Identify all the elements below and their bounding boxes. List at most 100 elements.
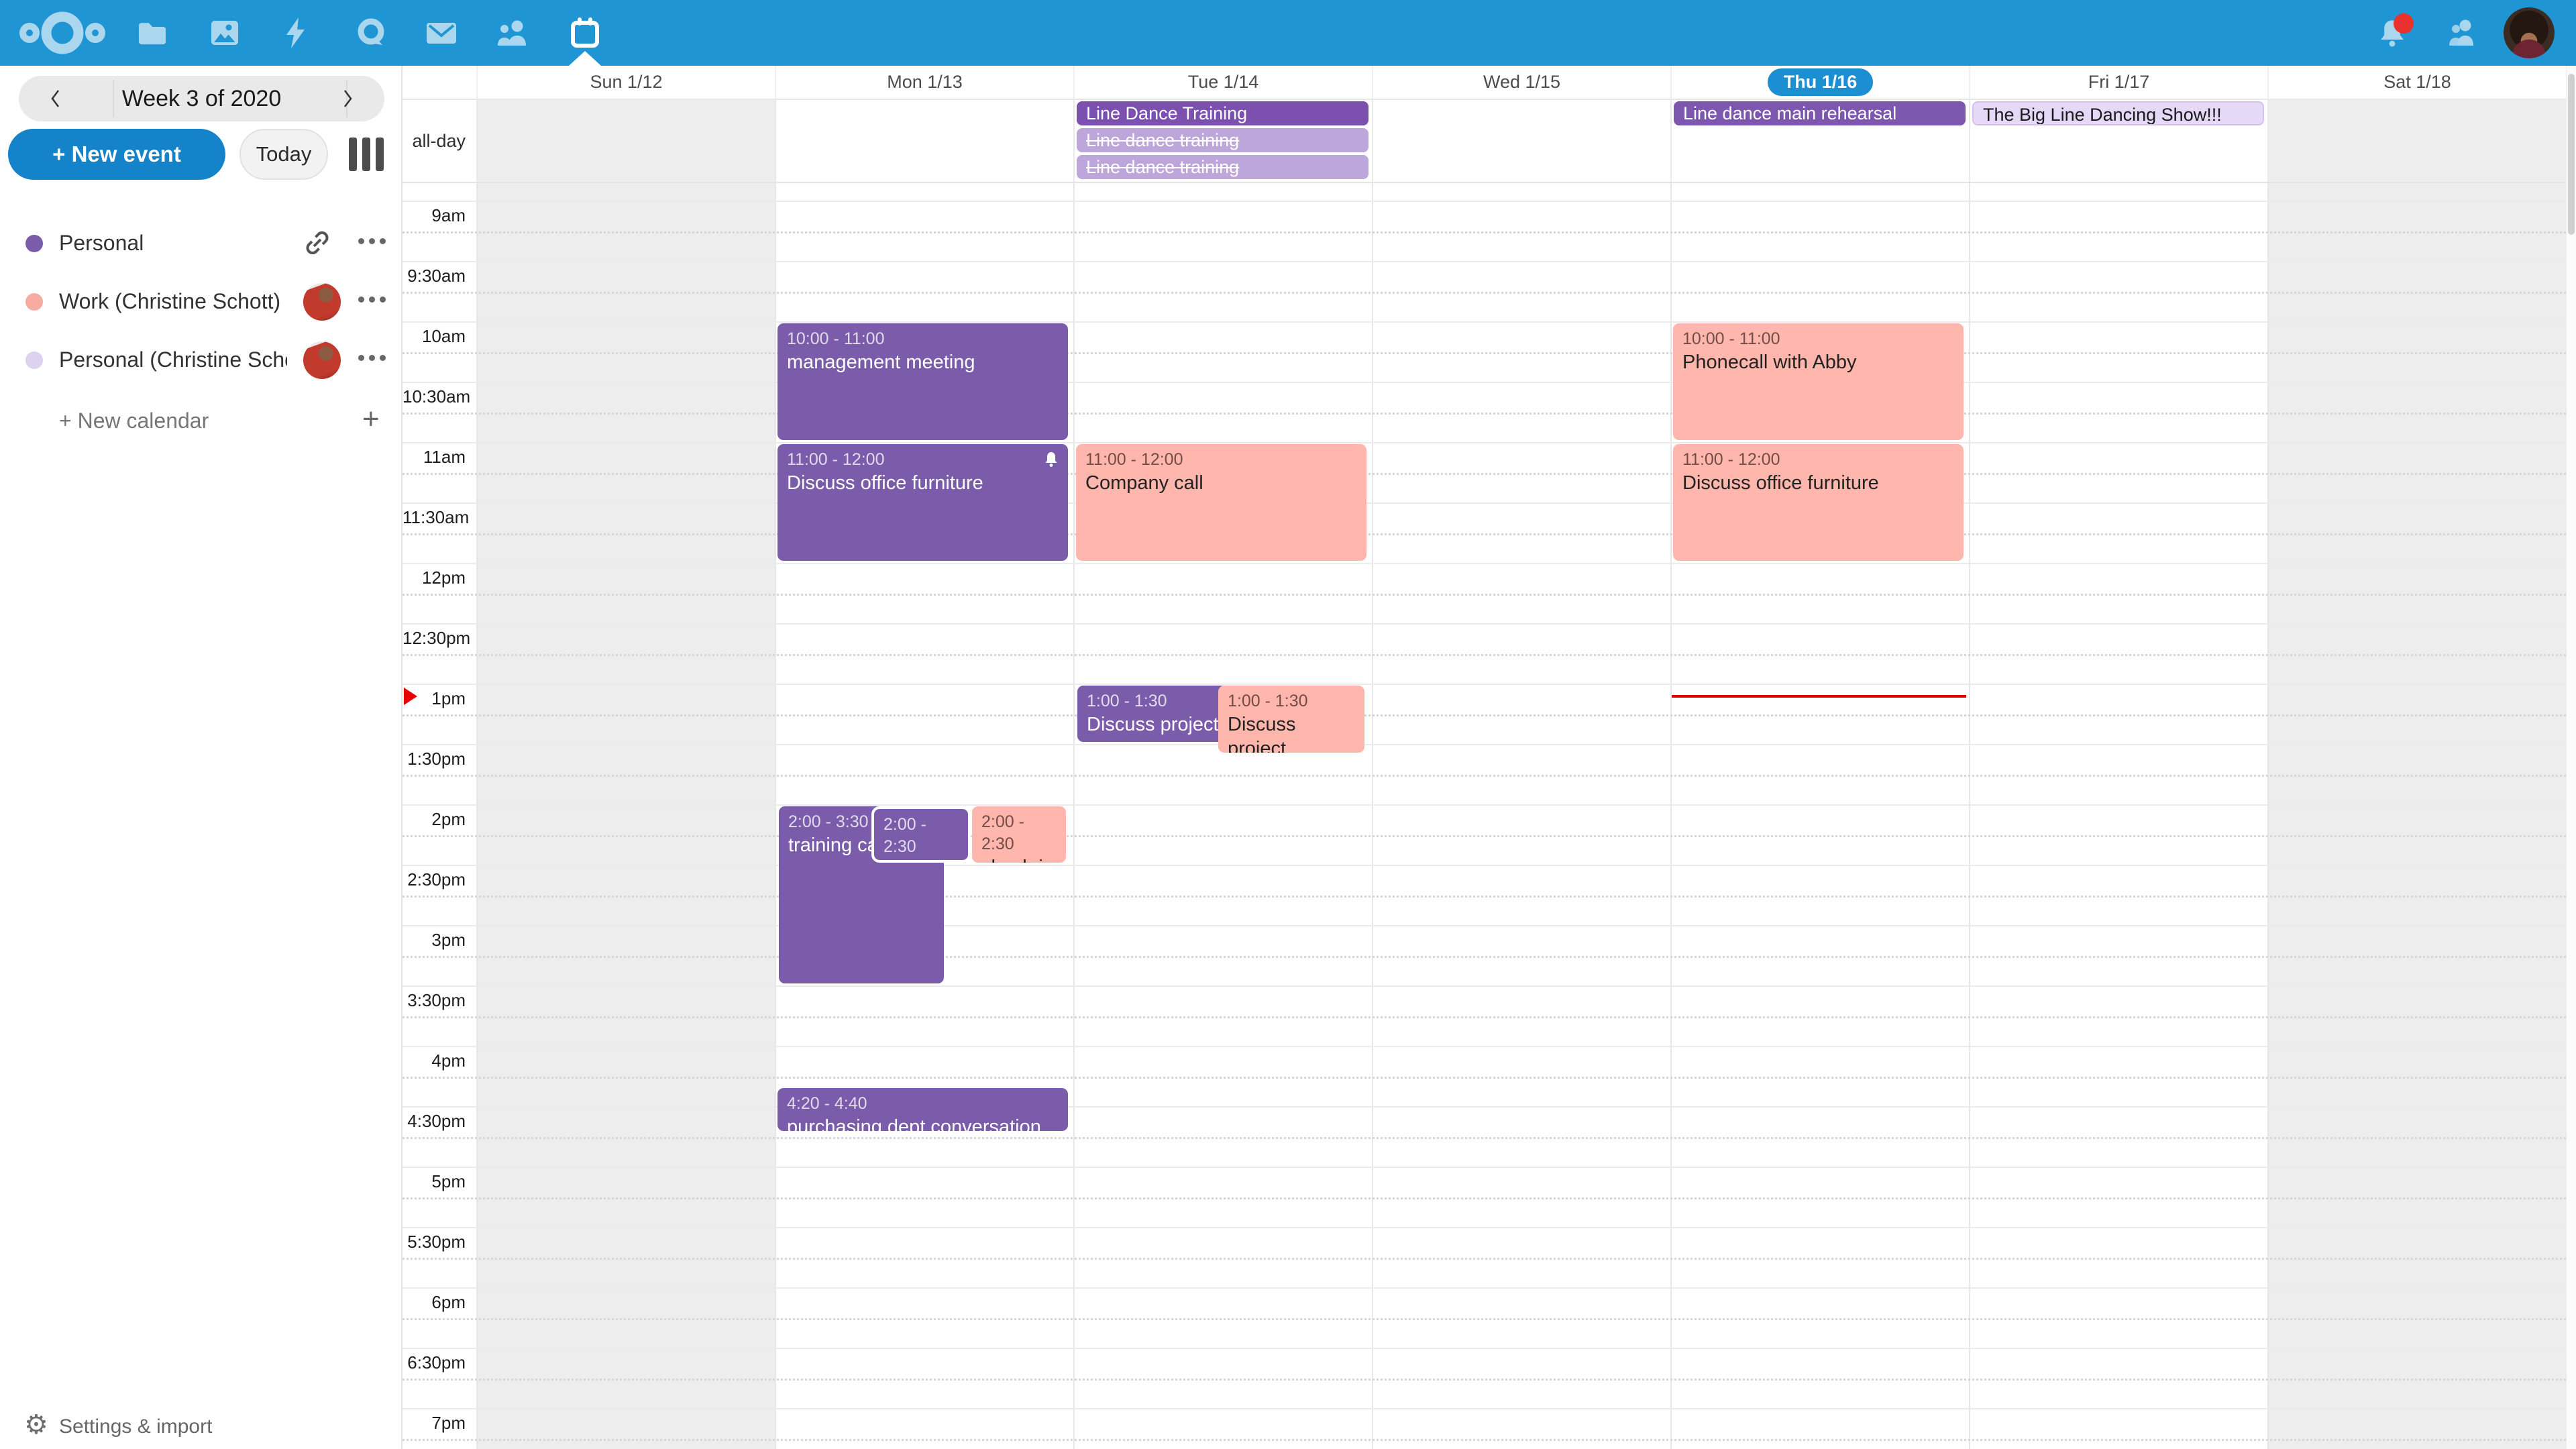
all-day-label: all-day [402, 100, 466, 182]
contacts-menu-button[interactable] [2428, 0, 2493, 66]
dot-icon [380, 355, 386, 361]
dot-icon [358, 238, 364, 244]
share-link-icon[interactable] [301, 226, 334, 260]
slot-line-minor [402, 1318, 2566, 1320]
settings-import[interactable]: ⚙ Settings & import [0, 1405, 402, 1448]
calendar-actions-menu[interactable] [358, 355, 386, 361]
slot-line-minor [402, 896, 2566, 898]
week-switcher[interactable]: Week 3 of 2020 [19, 76, 384, 121]
slot-line-minor [402, 1077, 2566, 1079]
day-header-thu[interactable]: Thu 1/16 [1670, 66, 1969, 99]
user-menu[interactable] [2497, 0, 2561, 66]
slot-line [402, 684, 2566, 685]
slot-line-minor [402, 654, 2566, 656]
all-day-event[interactable]: The Big Line Dancing Show!!! [1972, 101, 2264, 125]
all-day-event[interactable]: Line dance training [1077, 128, 1368, 152]
time-grid: 9am9:30am10am10:30am11am11:30am12pm12:30… [402, 183, 2566, 1449]
app-activity[interactable] [265, 0, 329, 66]
event-title: Discuss office furniture [787, 471, 1059, 495]
current-time-arrow [404, 688, 417, 705]
event-time: 4:20 - 4:40 [787, 1093, 1059, 1115]
today-button[interactable]: Today [239, 129, 328, 180]
slot-line [402, 442, 2566, 443]
day-header-label: Fri 1/17 [2088, 72, 2150, 93]
event-block[interactable]: 1:00 - 1:30Discuss project announcement [1218, 686, 1364, 753]
calendar-color-dot [25, 293, 43, 311]
slot-line [402, 1287, 2566, 1289]
event-block[interactable]: 10:00 - 11:00management meeting [777, 323, 1068, 440]
chevron-left-icon [45, 88, 66, 109]
view-mode-toggle[interactable] [349, 138, 384, 171]
slot-line [402, 261, 2566, 262]
time-label: 6:30pm [402, 1352, 466, 1373]
nextcloud-logo[interactable] [12, 0, 113, 66]
day-header-tue[interactable]: Tue 1/14 [1073, 66, 1372, 99]
event-block[interactable]: 4:20 - 4:40purchasing dept conversation [777, 1088, 1068, 1131]
week-label: Week 3 of 2020 [122, 86, 282, 112]
event-block[interactable]: 10:00 - 11:00Phonecall with Abby [1673, 323, 1964, 440]
app-mail[interactable] [409, 0, 474, 66]
calendar-list-item[interactable]: Personal [0, 214, 402, 272]
time-label: 5pm [402, 1171, 466, 1192]
slot-line-minor [402, 835, 2566, 837]
slot-line [402, 1046, 2566, 1047]
event-block[interactable]: 2:00 - 2:30check-in [871, 806, 971, 863]
event-block[interactable]: 11:00 - 12:00Discuss office furniture [777, 444, 1068, 561]
slot-line-minor [402, 292, 2566, 294]
day-header-mon[interactable]: Mon 1/13 [775, 66, 1073, 99]
top-navigation-bar [0, 0, 2576, 66]
previous-week-button[interactable] [19, 76, 93, 121]
next-week-button[interactable] [311, 76, 384, 121]
event-block[interactable]: 11:00 - 12:00Company call [1076, 444, 1366, 561]
vertical-scrollbar[interactable] [2566, 66, 2576, 1449]
app-talk[interactable] [339, 0, 403, 66]
day-header-sat[interactable]: Sat 1/18 [2267, 66, 2566, 99]
slot-line-minor [402, 1258, 2566, 1260]
calendar-name: Work (Christine Schott) [59, 272, 280, 330]
calendar-list-item[interactable]: Work (Christine Schott) [0, 272, 402, 330]
calendar-actions-menu[interactable] [358, 238, 386, 244]
time-label: 2:30pm [402, 869, 466, 890]
time-label: 3pm [402, 930, 466, 951]
calendar-actions-menu[interactable] [358, 297, 386, 303]
event-block[interactable]: 11:00 - 12:00Discuss office furniture [1673, 444, 1964, 561]
reminder-bell-icon [1042, 451, 1060, 468]
app-contacts[interactable] [480, 0, 545, 66]
event-block[interactable]: 1:00 - 1:30Discuss project announcement [1077, 686, 1229, 742]
day-header-label: Tue 1/14 [1188, 72, 1259, 93]
app-files[interactable] [119, 0, 184, 66]
slot-line [402, 925, 2566, 926]
day-header-row: Sun 1/12Mon 1/13 Tue 1/14 Wed 1/15Thu 1/16… [402, 66, 2566, 99]
time-label: 12pm [402, 568, 466, 588]
day-header-wed[interactable]: Wed 1/15 [1372, 66, 1670, 99]
all-day-event[interactable]: Line dance main rehearsal [1674, 101, 1966, 125]
all-day-column [2267, 100, 2566, 182]
slot-line-minor [402, 473, 2566, 475]
event-block[interactable]: 2:00 - 2:30check-in [972, 806, 1066, 863]
calendar-list-item[interactable]: Personal (Christine Scho… [0, 331, 402, 388]
event-title: Discuss project announcement [1087, 712, 1220, 737]
day-header-fri[interactable]: Fri 1/17 [1969, 66, 2267, 99]
nextcloud-logo-icon [19, 7, 105, 59]
separator [113, 80, 114, 117]
app-photos[interactable] [193, 0, 257, 66]
notifications-button[interactable] [2360, 0, 2424, 66]
event-title: Discuss project announcement [1228, 712, 1355, 753]
calendar-color-dot [25, 352, 43, 369]
time-label: 11:30am [402, 507, 466, 528]
plus-icon: + [362, 392, 380, 449]
day-header-sun[interactable]: Sun 1/12 [476, 66, 775, 99]
slot-line [402, 623, 2566, 625]
scrollbar-thumb[interactable] [2568, 74, 2575, 235]
dot-icon [380, 297, 386, 303]
slot-line [402, 563, 2566, 564]
all-day-event[interactable]: Line Dance Training [1077, 101, 1368, 125]
new-calendar-row[interactable]: + New calendar+ [0, 392, 402, 449]
new-event-button[interactable]: + New event [8, 129, 225, 180]
all-day-event[interactable]: Line dance training [1077, 155, 1368, 179]
slot-line-minor [402, 231, 2566, 233]
gear-icon: ⚙ [24, 1409, 48, 1440]
talk-bubble-icon [354, 16, 388, 50]
lightning-icon [281, 17, 313, 49]
time-label: 4pm [402, 1051, 466, 1071]
